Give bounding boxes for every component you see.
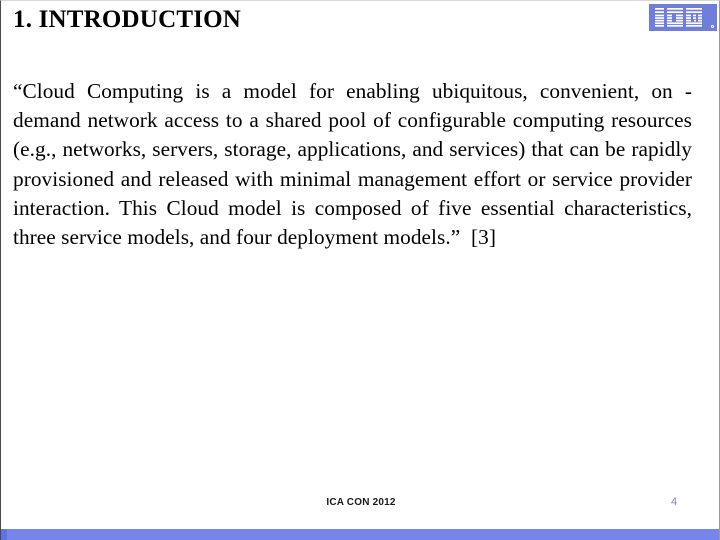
- slide-canvas: 1. INTRODUCTION “Cloud Computing is a mo…: [0, 0, 720, 540]
- body-paragraph: “Cloud Computing is a model for enabling…: [13, 79, 698, 250]
- ibm-logo-mark: [655, 8, 707, 27]
- ibm-logo: [649, 4, 717, 31]
- bottom-accent-bar-cap: [1, 529, 7, 540]
- footer-page-number: 4: [670, 496, 678, 508]
- page-title: 1. INTRODUCTION: [13, 6, 242, 33]
- bottom-accent-bar: [1, 529, 719, 540]
- registered-trademark-icon: [711, 25, 714, 28]
- footer-conference-label: ICA CON 2012: [326, 497, 396, 508]
